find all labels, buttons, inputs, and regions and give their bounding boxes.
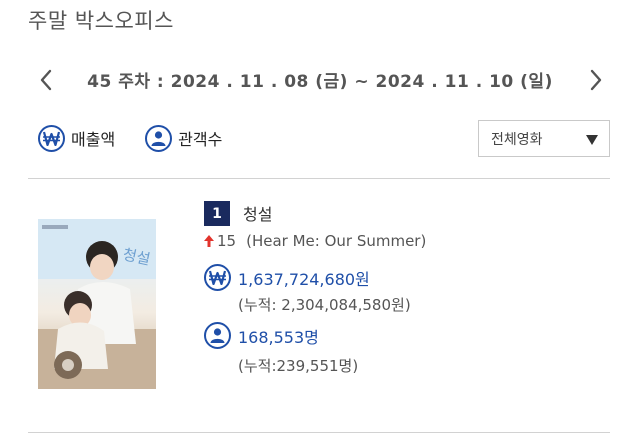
movie-poster[interactable]: 청설 <box>38 219 156 389</box>
rank-change-line: 15 (Hear Me: Our Summer) <box>204 232 426 250</box>
sales-stat: 1,637,724,680원 <box>204 264 370 291</box>
toggle-sales-label: 매출액 <box>71 130 116 149</box>
page-title: 주말 박스오피스 <box>28 9 174 33</box>
movie-title-link[interactable]: 청설 <box>243 201 272 225</box>
audience-stat: 168,553명 <box>204 322 319 349</box>
next-week-button[interactable] <box>582 66 610 94</box>
week-label: 45 주차 : 2024 . 11 . 08 (금) ~ 2024 . 11 .… <box>87 72 553 92</box>
movie-filter-value: 전체영화 <box>491 132 543 148</box>
dropdown-caret-icon <box>586 135 598 145</box>
chevron-right-icon <box>590 69 602 91</box>
english-title: (Hear Me: Our Summer) <box>246 232 427 250</box>
arrow-up-icon <box>204 235 214 247</box>
audience-cumulative: (누적:239,551명) <box>238 357 359 375</box>
won-icon <box>38 124 65 152</box>
movie-row: 청설 1 청설 15 (Hear Me: Our Summer) 1,637,7… <box>0 179 640 432</box>
toggle-audience[interactable]: 관객수 <box>145 124 223 152</box>
sales-value: 1,637,724,680원 <box>238 269 370 289</box>
rank-change-value: 15 <box>217 232 237 250</box>
person-icon <box>204 322 231 349</box>
rank-badge: 1 <box>204 201 230 226</box>
toggle-sales[interactable]: 매출액 <box>38 124 116 152</box>
sales-cumulative: (누적: 2,304,084,580원) <box>238 296 411 314</box>
audience-value: 168,553명 <box>238 327 319 347</box>
won-icon <box>204 264 231 291</box>
toggle-audience-label: 관객수 <box>178 130 223 149</box>
poster-illustration: 청설 <box>38 219 156 389</box>
person-icon <box>145 124 173 152</box>
movie-filter-select[interactable]: 전체영화 <box>478 120 610 157</box>
metric-toggles: 매출액 관객수 <box>38 121 252 155</box>
week-navigation: 45 주차 : 2024 . 11 . 08 (금) ~ 2024 . 11 .… <box>0 64 640 96</box>
divider-bottom <box>28 432 610 433</box>
